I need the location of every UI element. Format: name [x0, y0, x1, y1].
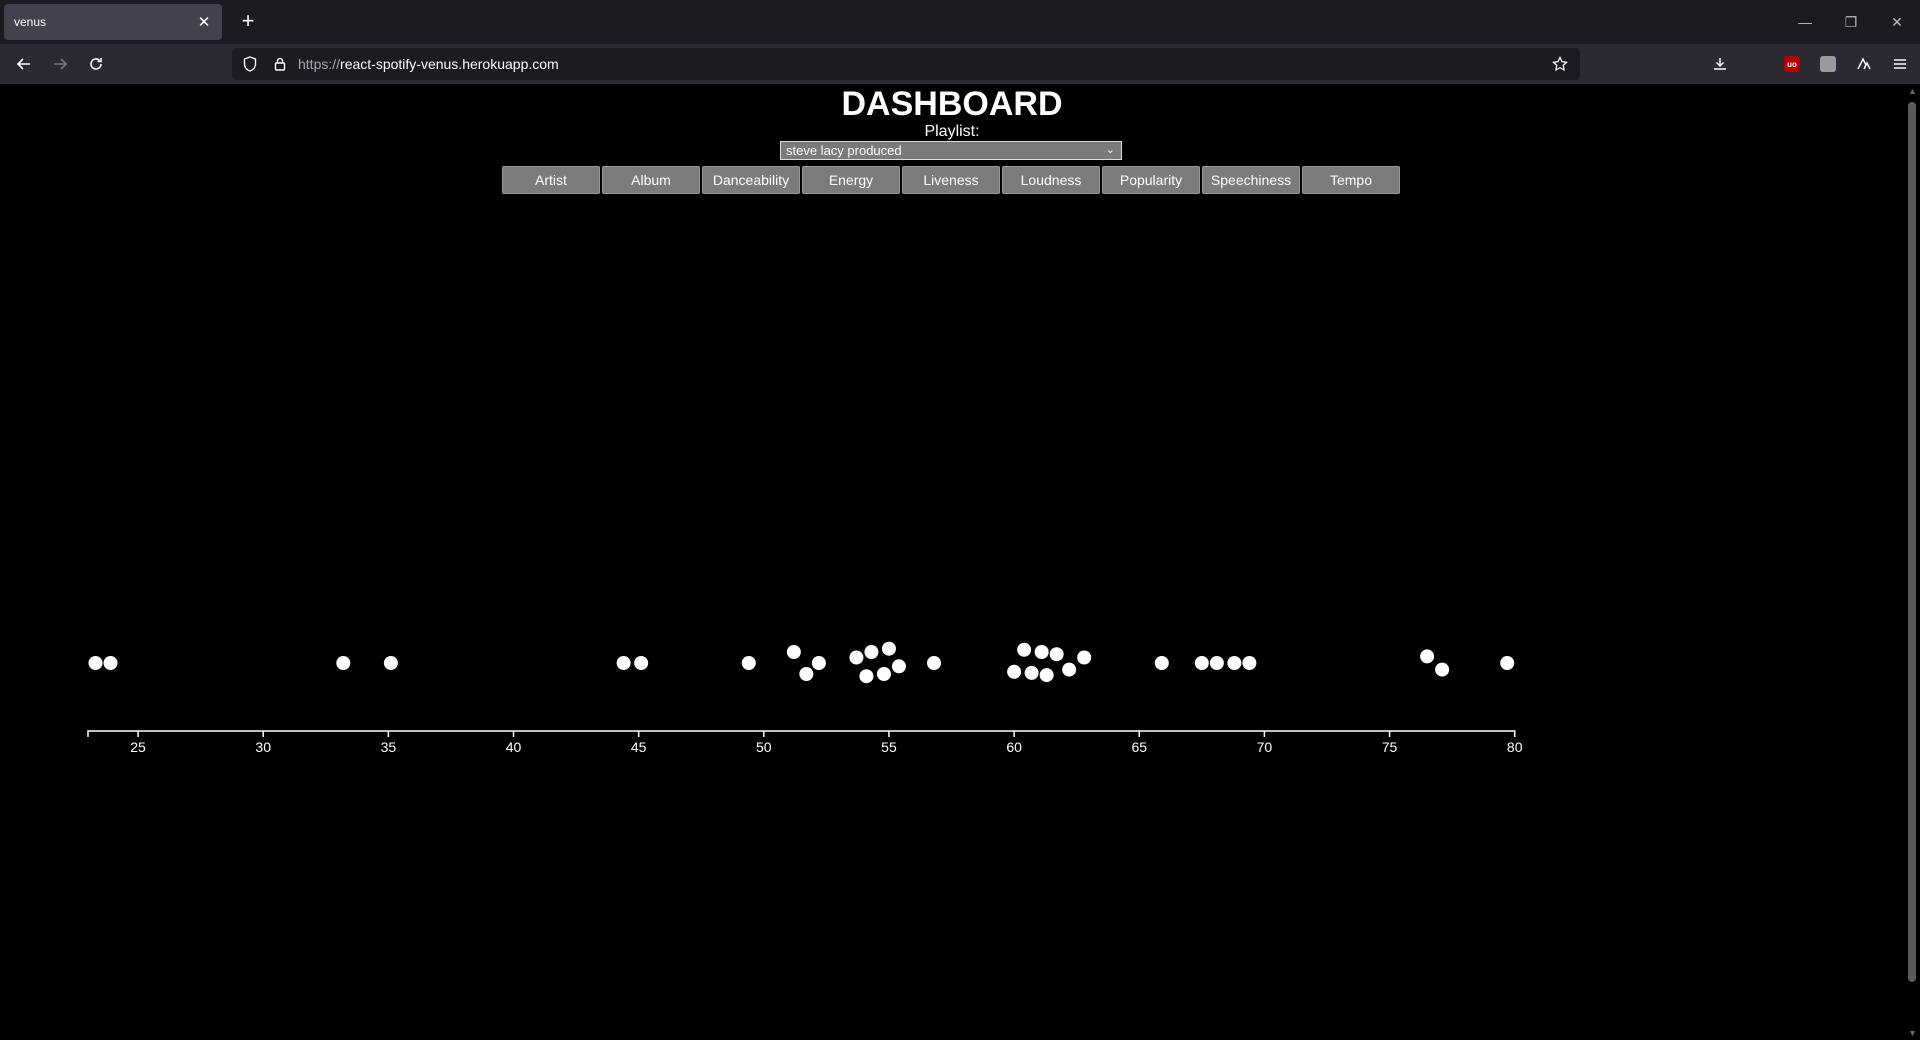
window-controls: — ❐ ✕ — [1782, 0, 1920, 44]
scroll-down-icon[interactable]: ▼ — [1908, 1028, 1917, 1038]
data-point[interactable] — [88, 656, 103, 670]
tab-bar: venus ✕ + — ❐ ✕ — [0, 0, 1920, 44]
data-point[interactable] — [849, 650, 864, 665]
data-point[interactable] — [336, 656, 351, 670]
data-point[interactable] — [891, 659, 906, 674]
data-point[interactable] — [864, 645, 879, 659]
data-point[interactable] — [1242, 656, 1257, 670]
back-icon[interactable] — [12, 52, 36, 76]
account-icon[interactable] — [1852, 52, 1876, 76]
x-axis-tick-label: 30 — [255, 739, 271, 755]
data-point[interactable] — [741, 656, 756, 670]
ublock-extension-icon[interactable]: uo — [1780, 52, 1804, 76]
x-axis-tick-label: 35 — [381, 739, 397, 755]
url-scheme: https:// — [298, 56, 341, 72]
tab-title: venus — [14, 15, 47, 29]
data-point[interactable] — [1420, 649, 1435, 664]
beeswarm-chart: 25 30 35 40 45 50 55 60 65 70 75 80 — [87, 641, 1523, 755]
url-text[interactable]: https://react-spotify-venus.herokuapp.co… — [298, 56, 1548, 72]
data-point[interactable] — [1024, 665, 1039, 680]
data-point[interactable] — [1034, 645, 1049, 659]
close-window-icon[interactable]: ✕ — [1874, 0, 1920, 44]
data-point[interactable] — [1062, 662, 1077, 677]
data-point[interactable] — [927, 656, 942, 670]
extension-icon[interactable] — [1816, 52, 1840, 76]
x-axis-tick-label: 55 — [881, 739, 897, 755]
scrollbar[interactable]: ▲ ▼ — [1904, 84, 1920, 1040]
data-point[interactable] — [1077, 650, 1092, 665]
x-axis-tick-label: 45 — [631, 739, 647, 755]
x-axis-tick-label: 65 — [1131, 739, 1147, 755]
data-point[interactable] — [811, 656, 826, 670]
menu-icon[interactable] — [1888, 52, 1912, 76]
data-point[interactable] — [1500, 656, 1515, 670]
x-axis-tick-label: 60 — [1006, 739, 1022, 755]
forward-icon[interactable] — [48, 52, 72, 76]
data-point[interactable] — [1007, 664, 1022, 679]
x-axis-tick-label: 50 — [756, 739, 772, 755]
data-point[interactable] — [1227, 656, 1242, 670]
x-axis-tick-label: 75 — [1382, 739, 1398, 755]
download-icon[interactable] — [1708, 52, 1732, 76]
lock-icon[interactable] — [268, 52, 292, 76]
url-host: react-spotify-venus.herokuapp.com — [340, 56, 559, 72]
x-axis-tick-label: 80 — [1507, 739, 1523, 755]
close-tab-icon[interactable]: ✕ — [196, 13, 212, 31]
data-point[interactable] — [876, 667, 891, 681]
data-point[interactable] — [1017, 642, 1032, 657]
scroll-up-icon[interactable]: ▲ — [1908, 86, 1917, 96]
x-axis-tick-label: 25 — [130, 739, 146, 755]
data-point[interactable] — [1039, 668, 1054, 683]
data-point[interactable] — [786, 645, 801, 659]
data-point[interactable] — [1154, 656, 1169, 670]
x-axis-tick-label: 40 — [506, 739, 522, 755]
bookmark-star-icon[interactable] — [1548, 52, 1572, 76]
reload-icon[interactable] — [84, 52, 108, 76]
x-axis-tick-label: 70 — [1257, 739, 1273, 755]
data-point[interactable] — [103, 656, 118, 670]
minimize-icon[interactable]: — — [1782, 0, 1828, 44]
nav-bar: https://react-spotify-venus.herokuapp.co… — [0, 44, 1920, 84]
data-point[interactable] — [616, 656, 631, 670]
scrollbar-thumb[interactable] — [1908, 102, 1916, 982]
new-tab-icon[interactable]: + — [236, 10, 260, 34]
data-point[interactable] — [799, 667, 814, 681]
data-point[interactable] — [634, 656, 649, 670]
shield-icon[interactable] — [238, 52, 262, 76]
data-point[interactable] — [1194, 656, 1209, 670]
data-point[interactable] — [859, 669, 874, 684]
browser-tab[interactable]: venus ✕ — [4, 4, 222, 40]
data-point[interactable] — [383, 656, 398, 670]
toolbar-right: uo — [1708, 52, 1912, 76]
page-viewport: DASHBOARD Playlist: steve lacy produced … — [0, 84, 1920, 1040]
restore-icon[interactable]: ❐ — [1828, 0, 1874, 44]
data-point[interactable] — [1209, 656, 1224, 670]
data-point[interactable] — [1049, 647, 1064, 662]
url-bar[interactable]: https://react-spotify-venus.herokuapp.co… — [232, 48, 1580, 80]
data-point[interactable] — [1435, 662, 1450, 677]
data-point[interactable] — [881, 641, 896, 656]
x-axis-line — [87, 730, 1516, 737]
